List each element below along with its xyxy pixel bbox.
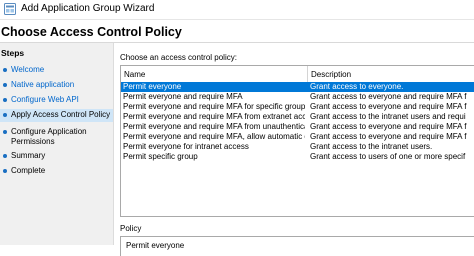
policy-row[interactable]: Permit everyone and require MFA Grant ac… <box>121 92 474 102</box>
step-bullet-icon <box>3 154 7 158</box>
policy-description: Grant access to everyone and require MFA… <box>310 92 467 101</box>
step-label: Summary <box>11 151 46 160</box>
policy-name: Permit everyone and require MFA, allow a… <box>123 132 305 141</box>
step-label: Configure Application Permissions <box>11 127 87 146</box>
policy-name: Permit everyone for intranet access <box>123 142 249 151</box>
step-native-application[interactable]: Native application <box>0 79 113 92</box>
policy-description: Grant access to the intranet users and r… <box>310 112 466 121</box>
policy-name: Permit specific group <box>123 152 198 161</box>
column-header-label: Description <box>311 70 352 79</box>
step-bullet-icon <box>3 169 7 173</box>
policy-rows: Permit everyone Grant access to everyone… <box>121 82 474 162</box>
policy-label: Policy <box>120 224 142 233</box>
policy-list[interactable]: Name Description Permit everyone Grant a… <box>120 65 474 217</box>
step-summary: Summary <box>0 150 113 163</box>
step-complete: Complete <box>0 165 113 178</box>
step-label: Complete <box>11 166 46 175</box>
policy-name: Permit everyone and require MFA <box>123 92 243 101</box>
policy-row[interactable]: Permit specific group Grant access to us… <box>121 152 474 162</box>
list-header: Name Description <box>121 66 474 83</box>
policy-row[interactable]: Permit everyone and require MFA from ext… <box>121 112 474 122</box>
policy-name: Permit everyone and require MFA from una… <box>123 122 305 131</box>
policy-description: Grant access to the intranet users. <box>310 142 433 151</box>
policy-details-text: Permit everyone <box>126 241 185 250</box>
main-panel: Choose an access control policy: Name De… <box>114 43 474 256</box>
wizard-app-icon <box>4 3 16 15</box>
step-label: Apply Access Control Policy <box>11 110 111 119</box>
page-title: Choose Access Control Policy <box>1 25 182 39</box>
steps-sidebar: Steps Welcome Native application Configu… <box>0 43 114 245</box>
policy-description: Grant access to everyone and require MFA… <box>310 102 467 111</box>
step-bullet-icon <box>3 98 7 102</box>
step-label: Welcome <box>11 65 45 74</box>
window-title: Add Application Group Wizard <box>21 3 155 14</box>
step-label: Native application <box>11 80 75 89</box>
policy-row[interactable]: Permit everyone Grant access to everyone… <box>121 82 474 92</box>
steps-title: Steps <box>1 48 25 58</box>
step-bullet-icon <box>3 113 7 117</box>
step-configure-application-permissions: Configure Application Permissions <box>0 126 113 150</box>
policy-name: Permit everyone and require MFA from ext… <box>123 112 305 121</box>
step-bullet-icon <box>3 83 7 87</box>
step-bullet-icon <box>3 68 7 72</box>
policy-description: Grant access to users of one or more spe… <box>310 152 466 161</box>
step-configure-web-api[interactable]: Configure Web API <box>0 94 113 107</box>
policy-name: Permit everyone and require MFA for spec… <box>123 102 305 111</box>
policy-description: Grant access to everyone. <box>310 82 404 91</box>
column-header-description[interactable]: Description <box>308 66 468 82</box>
policy-description: Grant access to everyone and require MFA… <box>310 132 467 141</box>
step-welcome[interactable]: Welcome <box>0 64 113 77</box>
policy-details-box[interactable]: Permit everyone <box>120 236 474 256</box>
step-bullet-icon <box>3 130 7 134</box>
policy-row[interactable]: Permit everyone and require MFA from una… <box>121 122 474 132</box>
policy-row[interactable]: Permit everyone for intranet access Gran… <box>121 142 474 152</box>
column-header-label: Name <box>124 70 146 79</box>
policy-description: Grant access to everyone and require MFA… <box>310 122 467 131</box>
step-label: Configure Web API <box>11 95 79 104</box>
policy-row[interactable]: Permit everyone and require MFA, allow a… <box>121 132 474 142</box>
policy-row[interactable]: Permit everyone and require MFA for spec… <box>121 102 474 112</box>
policy-list-label: Choose an access control policy: <box>120 53 237 62</box>
step-apply-access-control-policy[interactable]: Apply Access Control Policy <box>0 109 113 122</box>
policy-name: Permit everyone <box>123 82 182 91</box>
title-bar: Add Application Group Wizard <box>0 0 474 20</box>
column-header-name[interactable]: Name <box>121 66 308 82</box>
